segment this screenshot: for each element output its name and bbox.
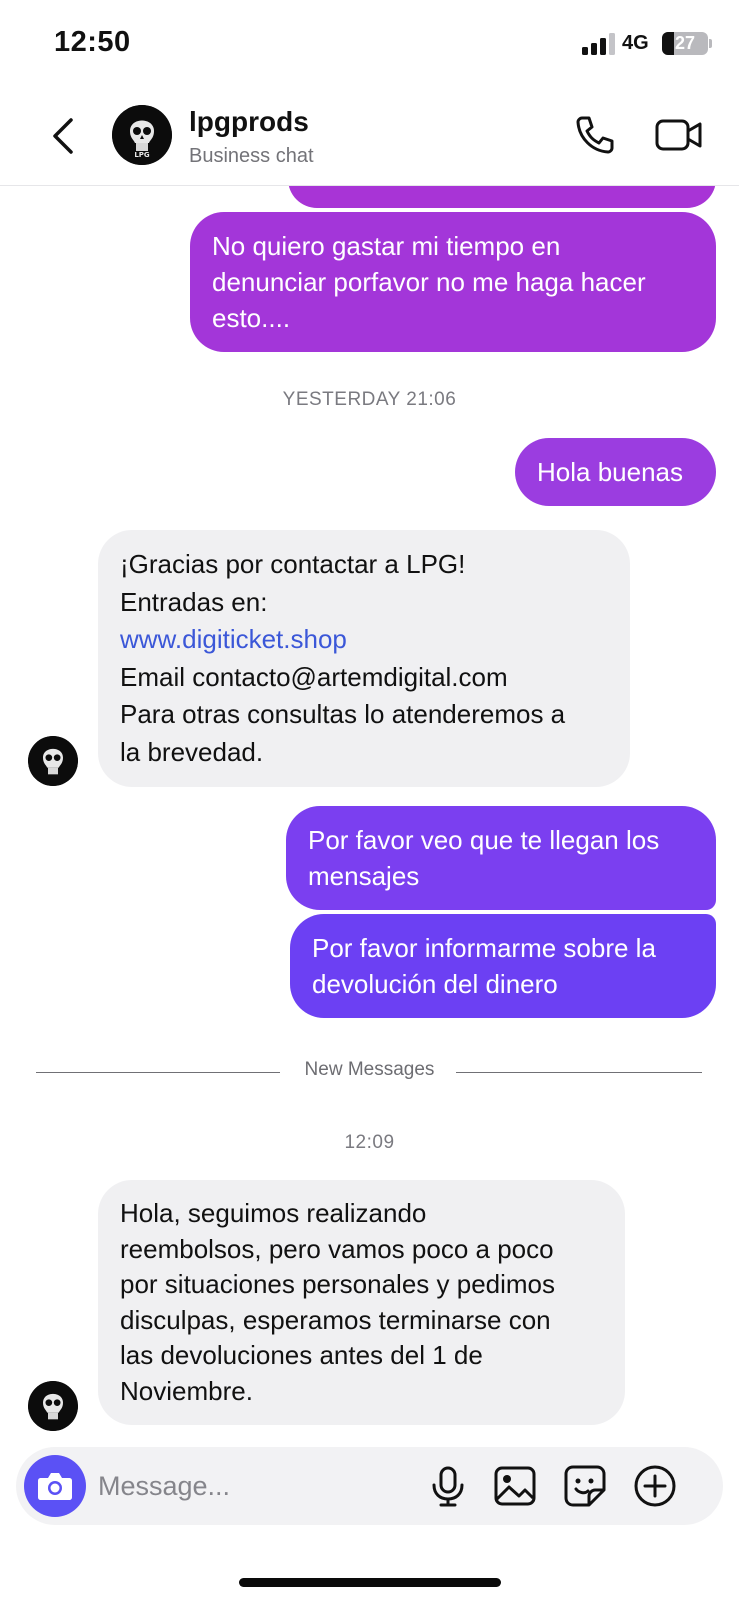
message-text: Email contacto@artemdigital.com — [120, 661, 508, 692]
battery-icon: 27 — [662, 32, 708, 55]
message-text: Entradas en: — [120, 586, 268, 617]
network-type: 4G — [622, 32, 649, 54]
status-bar: 12:50 4G 27 — [0, 0, 739, 90]
status-time: 12:50 — [54, 26, 131, 58]
message-text: Por favor informarme sobre la — [312, 933, 656, 963]
message-input[interactable] — [98, 1461, 398, 1511]
message-bubble-outgoing[interactable]: No quiero gastar mi tiempo en denunciar … — [190, 212, 716, 352]
add-icon[interactable] — [632, 1463, 678, 1509]
message-link[interactable]: www.digiticket.shop — [120, 621, 608, 659]
message-text: devolución del dinero — [312, 969, 558, 999]
message-text: por situaciones personales y pedimos — [120, 1269, 556, 1299]
battery-tip — [709, 39, 712, 48]
message-text: Hola, seguimos realizando — [120, 1198, 427, 1228]
sticker-icon[interactable] — [562, 1463, 608, 1509]
phone-icon[interactable] — [572, 112, 618, 158]
message-text: Por favor veo que te llegan los — [308, 825, 660, 855]
message-text: las devoluciones antes del 1 de — [120, 1340, 483, 1370]
avatar[interactable] — [28, 736, 78, 786]
new-messages-divider-right — [456, 1072, 702, 1073]
message-bubble-incoming[interactable]: ¡Gracias por contactar a LPG! Entradas e… — [98, 530, 630, 787]
message-composer — [16, 1447, 723, 1525]
message-bubble-incoming[interactable]: Hola, seguimos realizando reembolsos, pe… — [98, 1180, 625, 1425]
camera-button[interactable] — [24, 1455, 86, 1517]
chat-subtitle: Business chat — [189, 145, 314, 167]
video-camera-icon[interactable] — [654, 112, 704, 158]
message-text: mensajes — [308, 861, 420, 891]
chat-title[interactable]: lpgprods — [189, 106, 309, 138]
skull-logo-icon — [28, 1381, 78, 1431]
skull-logo-icon: LPG — [112, 105, 172, 165]
message-bubble-outgoing[interactable]: Hola buenas — [515, 438, 716, 506]
message-text: Hola buenas — [537, 457, 683, 487]
message-bubble-outgoing[interactable]: Por favor informarme sobre la devolución… — [290, 914, 716, 1018]
camera-icon — [38, 1473, 72, 1500]
message-text: reembolsos, pero vamos poco a poco — [120, 1233, 554, 1264]
message-bubble-outgoing[interactable]: Por favor veo que te llegan los mensajes — [286, 806, 716, 910]
avatar-text: LPG — [134, 151, 150, 159]
message-text: No quiero gastar mi tiempo en — [212, 231, 561, 261]
battery-percent: 27 — [674, 33, 696, 53]
message-text: Noviembre. — [120, 1375, 253, 1406]
avatar[interactable]: LPG — [112, 105, 172, 165]
message-text: Para otras consultas lo atenderemos a — [120, 699, 566, 729]
message-text: esto.... — [212, 303, 291, 333]
skull-logo-icon — [28, 736, 78, 786]
message-text: la brevedad. — [120, 736, 264, 767]
avatar[interactable] — [28, 1381, 78, 1431]
message-text: ¡Gracias por contactar a LPG! — [120, 549, 466, 579]
gallery-icon[interactable] — [492, 1463, 538, 1509]
timestamp: 12:09 — [344, 1132, 395, 1153]
microphone-icon[interactable] — [425, 1463, 471, 1509]
new-messages-label: New Messages — [304, 1059, 435, 1080]
signal-icon — [582, 33, 615, 55]
back-chevron-icon[interactable] — [44, 114, 84, 158]
home-indicator[interactable] — [239, 1578, 501, 1587]
timestamp: YESTERDAY 21:06 — [282, 389, 457, 410]
message-text: disculpas, esperamos terminarse con — [120, 1304, 551, 1335]
chat-header: LPG lpgprods Business chat — [0, 92, 739, 186]
message-text: denunciar porfavor no me haga hacer — [212, 267, 646, 297]
